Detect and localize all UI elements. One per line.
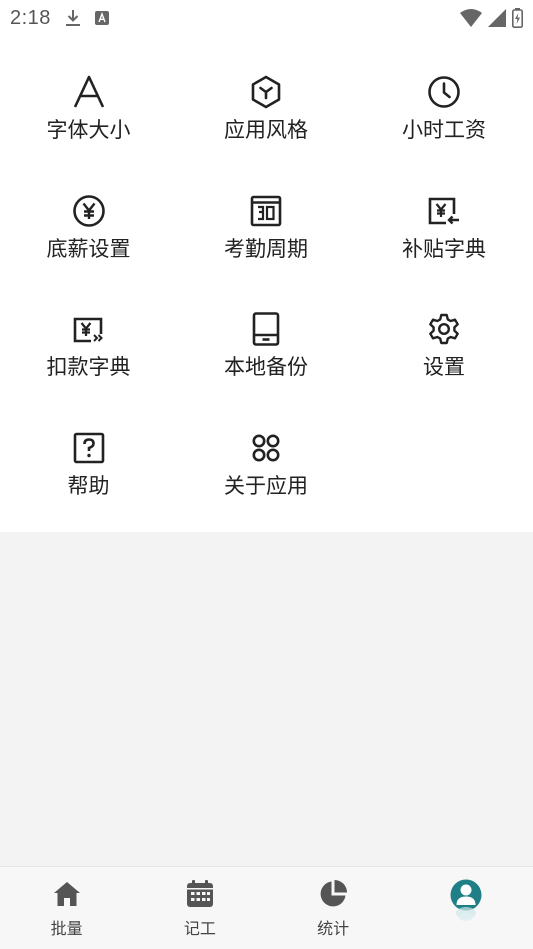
menu-item-label: 应用风格 [224,118,308,142]
menu-item-label: 本地备份 [224,355,308,379]
text-a-icon [94,11,109,25]
menu-item-label: 考勤周期 [224,236,308,261]
yen-arrow-in-icon [426,193,462,229]
menu-item-allowance-dict[interactable]: 补贴字典 [355,193,533,312]
hexagon-style-icon [248,74,284,110]
four-circles-icon [248,430,284,466]
nav-tab-label: 记工 [183,919,216,938]
download-icon [65,9,81,27]
menu-item-label: 关于应用 [224,473,308,498]
menu-item-label: 扣款字典 [46,355,131,379]
calendar-30-icon [248,193,284,229]
status-time: 2:18 [10,6,51,29]
menu-item-settings[interactable]: 设置 [355,311,533,430]
yen-circle-icon [71,193,107,229]
menu-item-app-style[interactable]: 应用风格 [177,74,355,193]
menu-item-label: 底薪设置 [46,236,131,261]
home-icon [52,879,82,909]
bottom-nav: 批量 记工 统计 [0,866,533,949]
menu-item-label: 帮助 [67,473,110,498]
help-icon [71,430,107,466]
menu-item-label: 补贴字典 [402,236,486,261]
menu-item-label: 字体大小 [46,118,131,142]
status-right [460,8,523,28]
menu-item-label: 设置 [423,355,465,379]
nav-tab-statistics[interactable]: 统计 [267,867,400,949]
status-bar: 2:18 [0,0,533,36]
nav-tab-label: 批量 [50,919,83,938]
yen-arrow-out-icon [71,311,107,347]
menu-grid: 字体大小 应用风格 小时工资 底薪设置 考勤周期 补贴字典 扣款字典 本地备份 … [0,74,533,548]
tablet-icon [248,311,284,347]
calendar-icon [185,879,215,909]
nav-tab-batch[interactable]: 批量 [0,867,133,949]
menu-item-hourly-wage[interactable]: 小时工资 [355,74,533,193]
settings-menu-panel: 字体大小 应用风格 小时工资 底薪设置 考勤周期 补贴字典 扣款字典 本地备份 … [0,36,533,532]
clock-icon [426,74,462,110]
signal-icon [488,9,506,27]
font-a-icon [71,74,107,110]
pie-chart-icon [318,879,348,909]
menu-item-attendance-cycle[interactable]: 考勤周期 [177,193,355,312]
menu-item-font-size[interactable]: 字体大小 [0,74,177,193]
menu-item-about-app[interactable]: 关于应用 [177,430,355,549]
gear-icon [426,311,462,347]
nav-tab-record-work[interactable]: 记工 [133,867,266,949]
nav-tab-label: 统计 [317,919,350,938]
wifi-icon [460,9,482,27]
menu-item-help[interactable]: 帮助 [0,430,177,549]
profile-icon [449,879,483,923]
battery-charging-icon [512,8,523,28]
status-left: 2:18 [10,7,109,30]
menu-item-base-salary[interactable]: 底薪设置 [0,193,177,312]
menu-item-local-backup[interactable]: 本地备份 [177,311,355,430]
menu-item-deduction-dict[interactable]: 扣款字典 [0,311,177,430]
menu-item-label: 小时工资 [402,118,486,142]
nav-tab-profile[interactable] [400,867,533,949]
